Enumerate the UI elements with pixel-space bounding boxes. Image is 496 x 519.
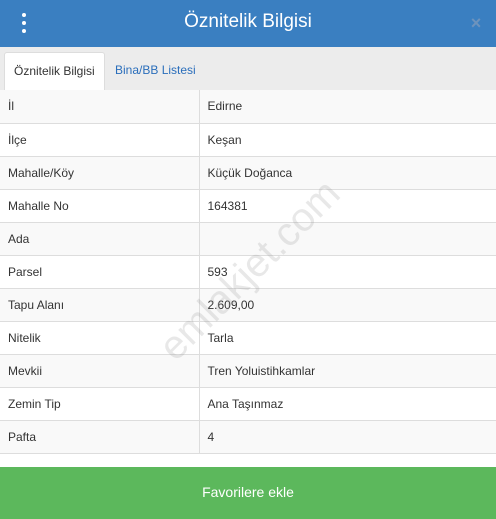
row-label: İl [0,90,200,124]
table-row: Ada [0,222,496,256]
row-label: Tapu Alanı [0,288,200,322]
row-value: Edirne [199,90,496,124]
table-row: Mahalle No 164381 [0,189,496,223]
row-label: Mahalle/Köy [0,156,200,190]
row-label: İlçe [0,123,200,157]
row-value: Tren Yoluistihkamlar [199,354,496,388]
vertical-dots-icon[interactable] [14,11,34,35]
row-label: Mahalle No [0,189,200,223]
row-label: Pafta [0,420,200,454]
row-label: Nitelik [0,321,200,355]
tab-bar: Öznitelik Bilgisi Bina/BB Listesi [0,47,496,91]
close-icon[interactable]: × [466,13,486,33]
row-value: Küçük Doğanca [199,156,496,190]
attribute-table: İl Edirne İlçe Keşan Mahalle/Köy Küçük D… [0,90,496,454]
row-value: 4 [199,420,496,454]
table-row: İl Edirne [0,90,496,124]
row-label: Zemin Tip [0,387,200,421]
tab-building-list[interactable]: Bina/BB Listesi [106,52,205,90]
table-row: Zemin Tip Ana Taşınmaz [0,387,496,421]
row-value: Keşan [199,123,496,157]
table-row: Tapu Alanı 2.609,00 [0,288,496,322]
row-value: Ana Taşınmaz [199,387,496,421]
table-row: Mahalle/Köy Küçük Doğanca [0,156,496,190]
row-value: 164381 [199,189,496,223]
row-value: Tarla [199,321,496,355]
table-row: Parsel 593 [0,255,496,289]
row-label: Mevkii [0,354,200,388]
table-row: Mevkii Tren Yoluistihkamlar [0,354,496,388]
table-row: İlçe Keşan [0,123,496,157]
page-title: Öznitelik Bilgisi [184,11,312,32]
row-label: Parsel [0,255,200,289]
row-value: 2.609,00 [199,288,496,322]
table-row: Pafta 4 [0,420,496,454]
table-row: Nitelik Tarla [0,321,496,355]
app-header: Öznitelik Bilgisi × [0,0,496,47]
row-label: Ada [0,222,200,256]
add-to-favorites-button[interactable]: Favorilere ekle [0,467,496,519]
tab-attribute-info[interactable]: Öznitelik Bilgisi [4,52,105,91]
row-value: 593 [199,255,496,289]
row-value [199,222,496,256]
